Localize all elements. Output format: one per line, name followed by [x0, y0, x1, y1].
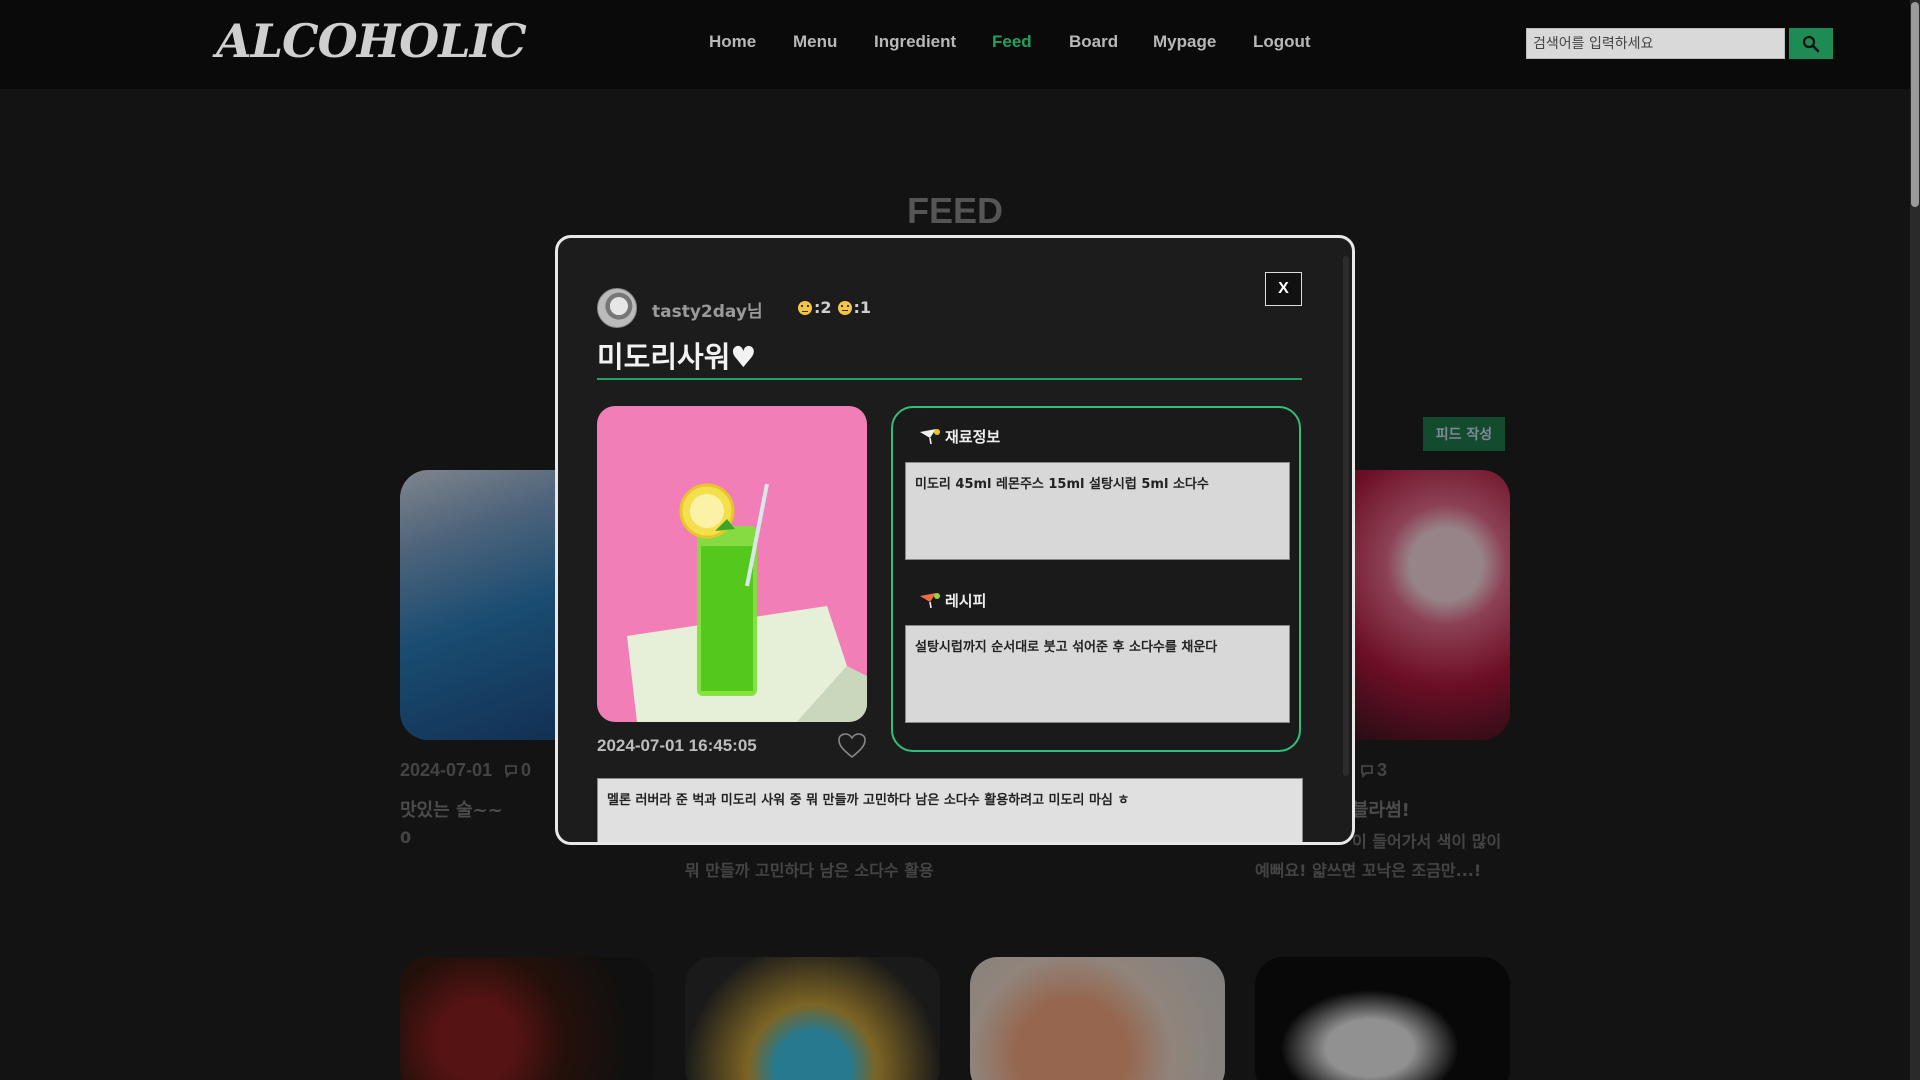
search-input[interactable] — [1526, 28, 1785, 59]
nav-mypage[interactable]: Mypage — [1153, 32, 1216, 52]
recipe-info-panel: 재료정보 미도리 45ml 레몬주스 15ml 설탕시럽 5ml 소다수 레시피… — [891, 406, 1301, 752]
post-title: 미도리사워♥ — [597, 340, 757, 374]
author-avatar — [597, 288, 637, 328]
nav-feed[interactable]: Feed — [992, 32, 1032, 52]
search-button[interactable] — [1789, 28, 1833, 59]
cocktail-glass-icon — [920, 428, 940, 444]
close-modal-button[interactable]: X — [1265, 272, 1302, 306]
nav-ingredient[interactable]: Ingredient — [874, 32, 956, 52]
ingredients-label: 재료정보 — [919, 426, 1000, 447]
heart-icon[interactable] — [838, 733, 866, 759]
cocktail-photo — [597, 406, 867, 722]
ingredients-label-text: 재료정보 — [945, 428, 1001, 446]
reaction-counts: :2 :1 — [798, 298, 871, 317]
post-image — [597, 406, 867, 722]
smile-reaction[interactable]: :2 — [798, 298, 832, 317]
author-name: tasty2day님 — [652, 302, 763, 322]
sad-face-icon — [837, 300, 852, 315]
title-divider — [597, 378, 1302, 380]
cocktail-glass-icon — [920, 592, 940, 608]
smile-count: :2 — [814, 298, 832, 317]
smile-face-icon — [798, 300, 812, 315]
recipe-label-text: 레시피 — [945, 592, 987, 610]
site-logo[interactable]: ALCOHOLIC — [216, 14, 527, 68]
recipe-label: 레시피 — [919, 590, 986, 611]
modal-scrollbar[interactable] — [1343, 256, 1349, 776]
recipe-field: 설탕시럽까지 순서대로 붓고 섞어준 후 소다수를 채운다 — [905, 625, 1290, 723]
sad-reaction[interactable]: :1 — [837, 298, 872, 317]
nav-home[interactable]: Home — [709, 32, 756, 52]
top-navbar: ALCOHOLIC Home Menu Ingredient Feed Boar… — [0, 0, 1910, 89]
page-scroll-thumb[interactable] — [1911, 2, 1919, 207]
ingredients-field: 미도리 45ml 레몬주스 15ml 설탕시럽 5ml 소다수 — [905, 462, 1290, 560]
sad-count: :1 — [853, 298, 872, 317]
nav-board[interactable]: Board — [1069, 32, 1118, 52]
post-date: 2024-07-01 16:45:05 — [597, 736, 757, 755]
nav-logout[interactable]: Logout — [1253, 32, 1311, 52]
feed-detail-modal: tasty2day님 :2 :1 X 미도리사워♥ 2024-07-01 16:… — [555, 235, 1355, 845]
nav-menu[interactable]: Menu — [793, 32, 837, 52]
post-content: 멜론 러버라 준 벅과 미도리 사워 중 뭐 만들까 고민하다 남은 소다수 활… — [597, 778, 1303, 842]
search-icon — [1802, 35, 1820, 52]
